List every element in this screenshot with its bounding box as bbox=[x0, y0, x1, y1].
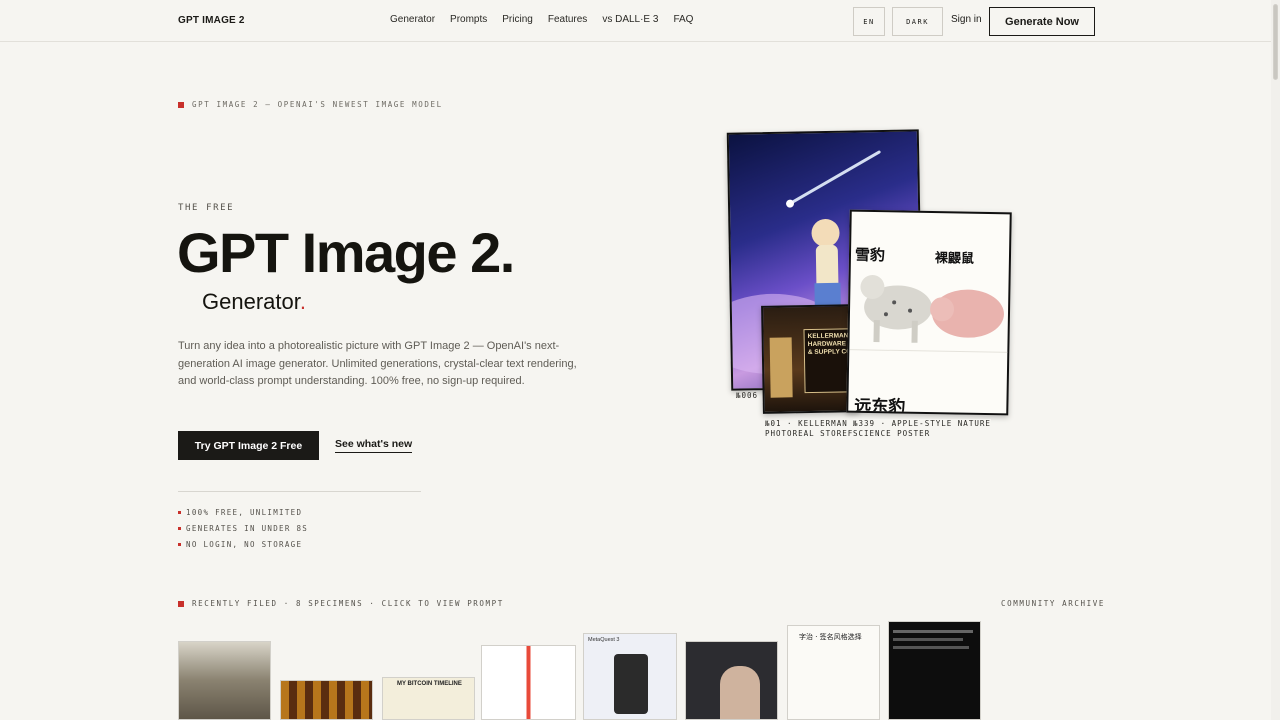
gallery-heading: RECENTLY FILED · 8 SPECIMENS · CLICK TO … bbox=[178, 599, 504, 608]
thumb-metaquest-text: MetaQuest 3 bbox=[588, 637, 620, 643]
language-button[interactable]: EN bbox=[853, 7, 885, 36]
gallery-thumb-selfie[interactable] bbox=[685, 641, 778, 720]
community-archive-link[interactable]: COMMUNITY ARCHIVE bbox=[1001, 599, 1105, 608]
poster-caption-2: SCIENCE POSTER bbox=[853, 429, 931, 438]
store-poster-decoration bbox=[769, 337, 793, 398]
hero-kicker: THE FREE bbox=[178, 203, 235, 213]
nav-prompts[interactable]: Prompts bbox=[450, 14, 487, 25]
storefront-caption-2: PHOTOREAL STOREFRO bbox=[765, 429, 865, 438]
thumb-tweet-line bbox=[893, 646, 969, 649]
bullet-item: GENERATES IN UNDER 8S bbox=[178, 520, 308, 536]
hero-subtitle-dot: . bbox=[299, 289, 306, 314]
site-header: GPT IMAGE 2 Generator Prompts Pricing Fe… bbox=[0, 0, 1280, 42]
scrollbar-thumb[interactable] bbox=[1273, 4, 1278, 80]
red-square-icon bbox=[178, 600, 184, 607]
poster-bottom-title: 远东豹 bbox=[854, 396, 906, 416]
gallery-thumb-snacks[interactable] bbox=[481, 645, 576, 720]
theme-toggle-button[interactable]: DARK bbox=[892, 7, 943, 36]
cosmic-caption: №006 bbox=[736, 391, 759, 400]
generate-now-button[interactable]: Generate Now bbox=[989, 7, 1095, 36]
nav-generator[interactable]: Generator bbox=[390, 14, 435, 25]
thumb-signature-text: 字治 · 签名风格选择 bbox=[799, 633, 862, 641]
storefront-caption: №01 · KELLERMAN bbox=[765, 419, 848, 428]
bullet-text: 100% FREE, UNLIMITED bbox=[186, 507, 303, 517]
bullet-dot-icon bbox=[178, 526, 181, 530]
thumb-timeline-text: MY BITCOIN TIMELINE bbox=[397, 681, 462, 687]
try-free-button[interactable]: Try GPT Image 2 Free bbox=[178, 431, 319, 460]
see-whats-new-link[interactable]: See what's new bbox=[335, 438, 413, 453]
nav-faq[interactable]: FAQ bbox=[673, 14, 693, 25]
nav-features[interactable]: Features bbox=[548, 14, 587, 25]
storefront-image[interactable]: KELLERMAN HARDWARE & SUPPLY CO bbox=[761, 304, 859, 414]
gallery-thumb-timeline[interactable]: MY BITCOIN TIMELINE bbox=[382, 677, 475, 720]
bullet-item: 100% FREE, UNLIMITED bbox=[178, 504, 308, 520]
thumb-face-shape bbox=[720, 666, 760, 719]
main-nav: Generator Prompts Pricing Features vs DA… bbox=[390, 14, 708, 25]
hero-eyebrow: GPT IMAGE 2 — OPENAI'S NEWEST IMAGE MODE… bbox=[178, 100, 443, 109]
hero-description: Turn any idea into a photorealistic pict… bbox=[178, 340, 577, 387]
bullet-dot-icon bbox=[178, 542, 181, 546]
hero-title: GPT Image 2. bbox=[177, 221, 515, 284]
page-scrollbar[interactable] bbox=[1271, 0, 1280, 720]
nav-pricing[interactable]: Pricing bbox=[502, 14, 533, 25]
feature-bullets: 100% FREE, UNLIMITED GENERATES IN UNDER … bbox=[178, 504, 308, 552]
gallery-thumb-signature[interactable]: 字治 · 签名风格选择 bbox=[787, 625, 880, 720]
nature-science-poster-image[interactable]: 雪豹 裸鼹鼠 远东豹 bbox=[846, 209, 1012, 416]
thumb-tweet-line bbox=[893, 630, 973, 633]
red-square-icon bbox=[178, 101, 184, 108]
hero-eyebrow-text: GPT IMAGE 2 — OPENAI'S NEWEST IMAGE MODE… bbox=[192, 100, 443, 109]
gallery-thumb-metaquest[interactable]: MetaQuest 3 bbox=[583, 633, 677, 720]
gallery-heading-text: RECENTLY FILED · 8 SPECIMENS · CLICK TO … bbox=[192, 599, 504, 608]
gallery-thumb-city[interactable] bbox=[178, 641, 271, 720]
hero-subtitle-text: Generator bbox=[202, 289, 300, 314]
bullet-text: GENERATES IN UNDER 8S bbox=[186, 523, 309, 533]
thumb-tweet-line bbox=[893, 638, 963, 641]
bullet-item: NO LOGIN, NO STORAGE bbox=[178, 536, 308, 552]
hero-subtitle: Generator. bbox=[202, 289, 306, 315]
sign-in-link[interactable]: Sign in bbox=[951, 14, 982, 25]
gallery-thumb-tweet[interactable] bbox=[888, 621, 981, 720]
poster-caption: №339 · APPLE-STYLE NATURE bbox=[853, 419, 991, 428]
nav-vs-dalle[interactable]: vs DALL·E 3 bbox=[602, 14, 658, 25]
hero-divider bbox=[178, 491, 421, 492]
gallery-thumb-pixel[interactable] bbox=[280, 680, 373, 720]
poster-animals-illustration bbox=[849, 275, 1012, 353]
thumb-headset-shape bbox=[614, 654, 648, 714]
bullet-text: NO LOGIN, NO STORAGE bbox=[186, 539, 303, 549]
bullet-dot-icon bbox=[178, 510, 181, 514]
site-logo[interactable]: GPT IMAGE 2 bbox=[178, 15, 245, 26]
